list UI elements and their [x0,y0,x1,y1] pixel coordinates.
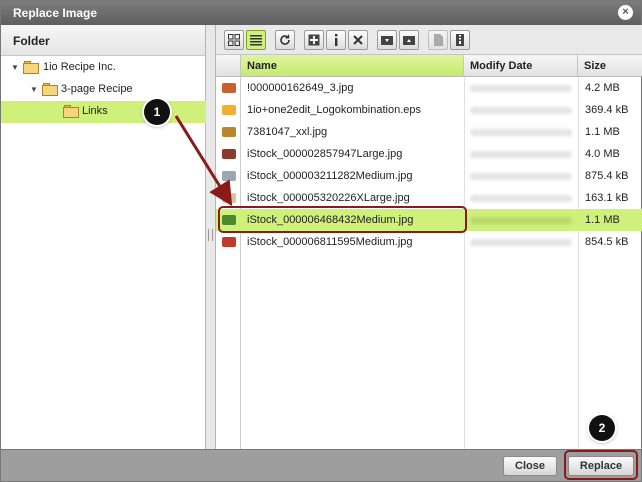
file-name: iStock_000002857947Large.jpg [247,148,403,160]
column-header-thumb [216,55,241,77]
file-panel: Name Modify Date Size !000000162649_3.jp… [215,25,642,449]
file-thumbnail [222,171,236,181]
column-header-size[interactable]: Size [578,55,642,77]
file-name: iStock_000006811595Medium.jpg [247,236,413,248]
file-size: 163.1 kB [585,192,629,204]
file-size: 4.2 MB [585,82,620,94]
list-view-button[interactable] [246,30,266,50]
document-button[interactable] [428,30,448,50]
thumbnail-view-button[interactable] [224,30,244,50]
file-toolbar [216,25,642,55]
column-header-modify-date[interactable]: Modify Date [464,55,578,77]
close-button[interactable]: Close [503,456,557,476]
folder-icon [23,61,39,74]
modify-date-blurred [470,129,572,136]
expand-triangle-icon[interactable]: ▼ [11,63,19,72]
add-file-button[interactable] [304,30,324,50]
file-size: 1.1 MB [585,214,620,226]
folder-icon [42,83,58,96]
dialog-titlebar: Replace Image × [1,1,641,25]
file-size: 875.4 kB [585,170,629,182]
delete-button[interactable] [348,30,368,50]
folder-upload-icon [403,36,415,45]
column-header-name[interactable]: Name [241,55,464,77]
tree-item-label: Links [82,105,108,117]
tree-item-label: 3-page Recipe [61,83,133,95]
file-size: 4.0 MB [585,148,620,160]
expand-triangle-icon[interactable]: ▼ [30,85,38,94]
tree-item-root[interactable]: ▼ 1io Recipe Inc. [1,57,206,79]
file-thumbnail [222,105,236,115]
folder-panel-heading: Folder [1,25,205,56]
modify-date-blurred [470,85,572,92]
tree-item-3-page-recipe[interactable]: ▼ 3-page Recipe [1,79,206,101]
tree-item-label: 1io Recipe Inc. [43,61,116,73]
folder-upload-button[interactable] [399,30,419,50]
table-row[interactable]: iStock_000006811595Medium.jpg 854.5 kB [216,231,642,253]
file-name: !000000162649_3.jpg [247,82,354,94]
table-row[interactable]: 7381047_xxl.jpg 1.1 MB [216,121,642,143]
modify-date-blurred [470,107,572,114]
file-size: 1.1 MB [585,126,620,138]
callout-highlight-replace-button [564,450,638,480]
refresh-button[interactable] [275,30,295,50]
info-icon [335,34,338,46]
file-size: 854.5 kB [585,236,629,248]
file-thumbnail [222,149,236,159]
folder-open-icon [63,105,79,118]
panel-splitter-handle[interactable] [208,229,213,241]
table-row[interactable]: !000000162649_3.jpg 4.2 MB [216,77,642,99]
modify-date-blurred [470,239,572,246]
table-row[interactable]: 1io+one2edit_Logokombination.eps 369.4 kB [216,99,642,121]
file-name: iStock_000003211282Medium.jpg [247,170,413,182]
delete-icon [353,35,363,45]
table-row[interactable]: iStock_000003211282Medium.jpg 875.4 kB [216,165,642,187]
file-name: 7381047_xxl.jpg [247,126,328,138]
modify-date-blurred [470,217,572,224]
list-view-icon [250,35,262,46]
file-name: 1io+one2edit_Logokombination.eps [247,104,422,116]
replace-image-dialog: Replace Image × Folder ▼ 1io Recipe Inc.… [0,0,642,482]
file-size: 369.4 kB [585,104,629,116]
close-dialog-icon[interactable]: × [618,5,633,20]
info-button[interactable] [326,30,346,50]
table-row[interactable]: iStock_000002857947Large.jpg 4.0 MB [216,143,642,165]
dialog-title: Replace Image [13,6,98,20]
file-name: iStock_000005320226XLarge.jpg [247,192,410,204]
folder-download-icon [381,36,393,45]
step-badge-1: 1 [144,99,170,125]
document-icon [434,34,443,46]
modify-date-blurred [470,151,572,158]
folder-download-button[interactable] [377,30,397,50]
file-thumbnail [222,193,236,203]
folder-panel: Folder ▼ 1io Recipe Inc. ▼ 3-page Recipe… [1,25,206,449]
callout-highlight-selected-file [218,206,467,233]
zip-button[interactable] [450,30,470,50]
file-thumbnail [222,127,236,137]
zip-icon [456,34,464,46]
refresh-icon [280,34,290,45]
add-icon [308,34,320,46]
step-badge-2: 2 [589,415,615,441]
thumbnail-view-icon [228,34,240,46]
file-list: Name Modify Date Size !000000162649_3.jp… [216,55,642,449]
modify-date-blurred [470,195,572,202]
modify-date-blurred [470,173,572,180]
file-thumbnail [222,237,236,247]
file-thumbnail [222,83,236,93]
tree-item-links[interactable]: Links [1,101,206,123]
